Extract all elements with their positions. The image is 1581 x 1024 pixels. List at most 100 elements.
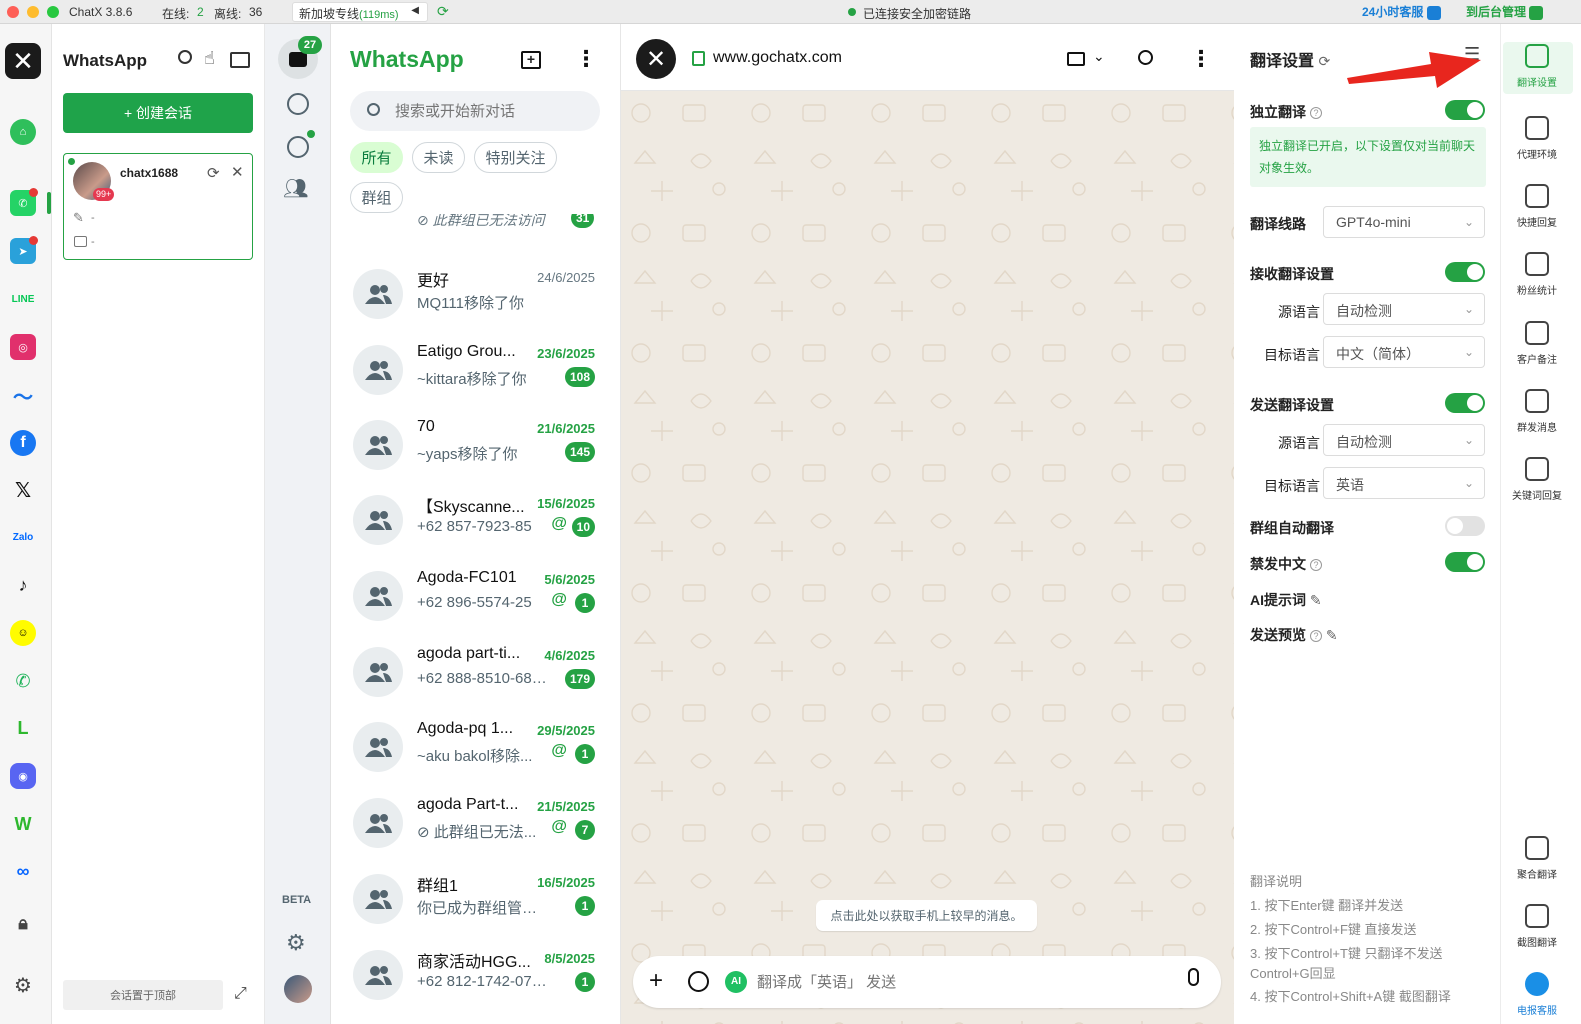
- sticker-icon[interactable]: [688, 971, 709, 992]
- meta-icon[interactable]: ∞: [10, 858, 36, 884]
- receive-source-select[interactable]: 自动检测 ⌄: [1323, 293, 1485, 325]
- help-icon[interactable]: ?: [1310, 107, 1322, 120]
- lock-icon[interactable]: 🔒︎: [10, 910, 36, 936]
- zalo-icon[interactable]: Zalo: [10, 524, 36, 550]
- send-source-select[interactable]: 自动检测 ⌄: [1323, 424, 1485, 456]
- line-icon[interactable]: LINE: [10, 286, 36, 312]
- filter-groups[interactable]: 群组: [350, 182, 403, 213]
- tool-translate-settings[interactable]: 翻译设置: [1501, 44, 1573, 89]
- messenger-icon[interactable]: 〜: [10, 382, 36, 409]
- tool-aggregate-translate[interactable]: 聚合翻译: [1501, 836, 1573, 881]
- group-auto-toggle[interactable]: [1445, 516, 1485, 536]
- tool-fan-statistics[interactable]: 粉丝统计: [1501, 252, 1573, 297]
- admin-button[interactable]: 到后台管理: [1466, 3, 1544, 21]
- attach-plus-icon[interactable]: +: [649, 967, 663, 995]
- facebook-icon[interactable]: f: [10, 430, 36, 456]
- chat-list-item[interactable]: 【Skyscanne... 15/6/2025 +62 857-7923-85 @10: [331, 485, 620, 561]
- help-icon[interactable]: ?: [1310, 630, 1322, 643]
- tool-broadcast[interactable]: 群发消息: [1501, 389, 1573, 434]
- route-selector[interactable]: 新加坡专线(119ms) ◀: [292, 2, 428, 22]
- menu-icon[interactable]: ⋮: [1190, 46, 1212, 72]
- profile-avatar[interactable]: [284, 975, 312, 1003]
- chat-list-item[interactable]: 商家活动HGG... 8/5/2025 +62 812-1742-0711... 1: [331, 940, 620, 1016]
- expand-icon[interactable]: ⤢: [234, 985, 247, 1003]
- filter-unread[interactable]: 未读: [412, 142, 465, 173]
- message-input[interactable]: [757, 969, 1157, 995]
- status-icon[interactable]: [287, 93, 309, 115]
- wechat-w-icon[interactable]: W: [10, 811, 36, 837]
- phone-icon[interactable]: ✆: [10, 668, 36, 694]
- window-zoom-button[interactable]: [47, 6, 59, 18]
- load-older-notice[interactable]: 点击此处以获取手机上较早的消息。: [816, 900, 1037, 931]
- line-l-icon[interactable]: L: [10, 715, 36, 741]
- chat-list-item[interactable]: agoda Part-t... 21/5/2025 ⊘ 此群组已无法... @7: [331, 788, 620, 864]
- ai-icon[interactable]: AI: [725, 971, 747, 993]
- refresh-icon[interactable]: ⟳: [207, 164, 220, 182]
- new-chat-icon[interactable]: +: [521, 51, 541, 69]
- chat-list-item[interactable]: Agoda-pq 1... 29/5/2025 ~aku bakol移除... @1: [331, 712, 620, 788]
- chevron-down-icon[interactable]: ⌄: [1093, 48, 1105, 65]
- route-select[interactable]: GPT4o-mini ⌄: [1323, 206, 1485, 238]
- chat-list-item[interactable]: agoda part-ti... 4/6/2025 +62 888-8510-682…: [331, 637, 620, 713]
- window-close-button[interactable]: [7, 6, 19, 18]
- layout-icon[interactable]: [230, 52, 250, 68]
- pin-to-top-button[interactable]: 会话置于顶部: [63, 980, 223, 1010]
- send-translation-toggle[interactable]: [1445, 393, 1485, 413]
- chat-list-item[interactable]: Eatigo Grou... 23/6/2025 ~kittara移除了你 108: [331, 335, 620, 411]
- microphone-icon[interactable]: [1188, 968, 1199, 986]
- edit-icon[interactable]: ✎: [1326, 627, 1338, 643]
- help-icon[interactable]: ?: [1310, 559, 1322, 572]
- close-icon[interactable]: ✕: [231, 163, 244, 181]
- tool-proxy-environment[interactable]: 代理环境: [1501, 116, 1573, 161]
- search-box[interactable]: [350, 91, 600, 131]
- filter-favorites[interactable]: 特别关注: [474, 142, 557, 173]
- tool-telegram-support[interactable]: 电报客服: [1501, 972, 1573, 1017]
- touch-icon[interactable]: ☝: [204, 48, 215, 69]
- search-icon[interactable]: [178, 50, 192, 64]
- tool-customer-notes[interactable]: 客户备注: [1501, 321, 1573, 366]
- edit-icon[interactable]: ✎: [1310, 592, 1322, 608]
- communities-icon[interactable]: 👥︎: [283, 176, 308, 201]
- tool-screenshot-translate[interactable]: 截图翻译: [1501, 904, 1573, 949]
- instagram-icon[interactable]: ◎: [10, 334, 36, 360]
- list-item-partial[interactable]: ⊘ 此群组已无法访问 31: [331, 214, 620, 232]
- snapchat-icon[interactable]: ☺: [10, 620, 36, 646]
- conversation-url[interactable]: www.gochatx.com: [713, 49, 842, 67]
- window-minimize-button[interactable]: [27, 6, 39, 18]
- session-card[interactable]: 99+ chatx1688 ⟳ ✕ ✎ - -: [63, 153, 253, 260]
- create-session-button[interactable]: + 创建会话: [63, 93, 253, 133]
- refresh-icon[interactable]: ⟳: [1318, 53, 1330, 69]
- chat-list-item[interactable]: 更好 24/6/2025 MQ111移除了你: [331, 259, 620, 335]
- home-icon[interactable]: ⌂: [10, 119, 36, 145]
- search-input[interactable]: [395, 99, 585, 123]
- caret-left-icon[interactable]: ◀: [411, 5, 419, 16]
- tool-quick-reply[interactable]: 快捷回复: [1501, 184, 1573, 229]
- chatx-logo-icon[interactable]: ✕: [5, 43, 41, 79]
- chatx-avatar-icon[interactable]: ✕: [636, 39, 676, 79]
- receive-target-select[interactable]: 中文（简体） ⌄: [1323, 336, 1485, 368]
- chat-list-item[interactable]: 群组1 16/5/2025 你已成为群组管理员 1: [331, 864, 620, 940]
- refresh-icon[interactable]: ⟳: [437, 3, 449, 20]
- tiktok-icon[interactable]: ♪: [10, 572, 36, 598]
- settings-icon[interactable]: ⚙: [286, 930, 306, 956]
- guide-line: Control+G回显: [1250, 966, 1336, 981]
- discord-icon[interactable]: ◉: [10, 763, 36, 789]
- channels-icon[interactable]: [287, 136, 309, 158]
- video-call-icon[interactable]: [1067, 52, 1085, 66]
- x-twitter-icon[interactable]: 𝕏: [10, 477, 36, 503]
- route-value: GPT4o-mini: [1336, 214, 1411, 230]
- filter-all[interactable]: 所有: [350, 142, 403, 173]
- menu-icon[interactable]: ⋮: [575, 46, 597, 72]
- chat-list-item[interactable]: 70 21/6/2025 ~yaps移除了你 145: [331, 410, 620, 486]
- tool-keyword-reply[interactable]: 关键词回复: [1501, 457, 1573, 502]
- chat-preview: +62 896-5574-25: [417, 594, 532, 611]
- support-button[interactable]: 24小时客服: [1362, 3, 1441, 21]
- chat-list-item[interactable]: Agoda-FC101 5/6/2025 +62 896-5574-25 @1: [331, 561, 620, 637]
- receive-translation-toggle[interactable]: [1445, 262, 1485, 282]
- independent-translation-toggle[interactable]: [1445, 100, 1485, 120]
- settings-icon[interactable]: ⚙: [10, 972, 36, 998]
- send-target-select[interactable]: 英语 ⌄: [1323, 467, 1485, 499]
- ban-chinese-toggle[interactable]: [1445, 552, 1485, 572]
- edit-icon[interactable]: ✎: [73, 210, 84, 226]
- search-icon[interactable]: [1138, 50, 1153, 65]
